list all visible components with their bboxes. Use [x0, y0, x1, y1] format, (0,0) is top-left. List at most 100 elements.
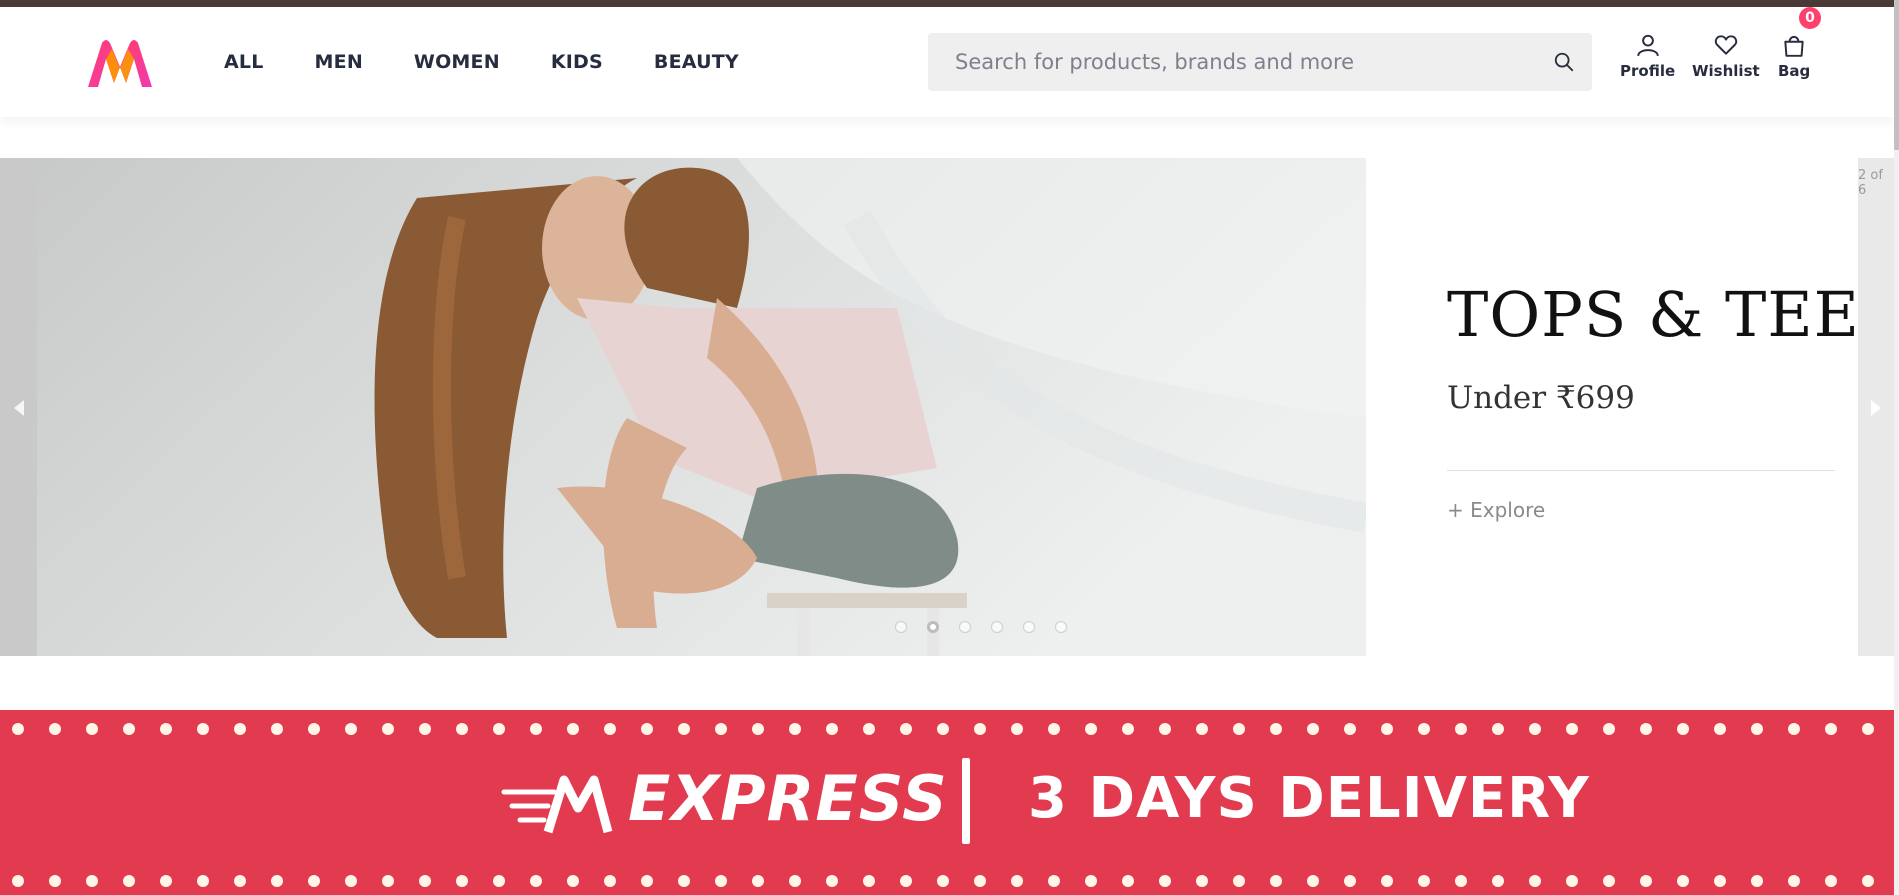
hero-banner-image[interactable] [37, 158, 1366, 656]
marquee-light [49, 875, 61, 887]
bag-button[interactable]: Bag [1778, 32, 1810, 80]
delivery-label: 3 DAYS DELIVERY [1028, 766, 1590, 831]
marquee-light [1418, 875, 1430, 887]
marquee-light [493, 723, 505, 735]
marquee-light [900, 723, 912, 735]
marquee-light [382, 723, 394, 735]
marquee-light [1196, 723, 1208, 735]
marquee-light [1344, 875, 1356, 887]
marquee-light [160, 723, 172, 735]
hero-text-panel: TOPS & TEES Under ₹699 + Explore [1366, 158, 1899, 656]
marquee-light [678, 875, 690, 887]
marquee-light [567, 875, 579, 887]
marquee-light [1307, 875, 1319, 887]
marquee-light [1011, 875, 1023, 887]
marquee-light [974, 723, 986, 735]
marquee-light [1011, 723, 1023, 735]
hero-subtitle: Under ₹699 [1447, 380, 1635, 416]
marquee-light [382, 875, 394, 887]
marquee-light [678, 723, 690, 735]
marquee-light [1492, 723, 1504, 735]
marquee-light [567, 723, 579, 735]
explore-link[interactable]: + Explore [1447, 498, 1545, 522]
marquee-light [419, 875, 431, 887]
marquee-light [1788, 875, 1800, 887]
marquee-light [1751, 723, 1763, 735]
marquee-light [308, 875, 320, 887]
marquee-light [1085, 875, 1097, 887]
marquee-light [1270, 875, 1282, 887]
nav-item-all[interactable]: ALL [224, 51, 264, 73]
marquee-light [1788, 723, 1800, 735]
previous-slide-peek [0, 158, 37, 656]
carousel-dot[interactable] [959, 621, 971, 633]
hero-divider [1447, 470, 1835, 471]
marquee-light [123, 875, 135, 887]
nav-item-beauty[interactable]: BEAUTY [654, 51, 739, 73]
marquee-light [826, 875, 838, 887]
marquee-light [197, 875, 209, 887]
search-icon[interactable] [1553, 51, 1575, 73]
marquee-light [937, 875, 949, 887]
page-scrollbar[interactable] [1894, 0, 1899, 895]
marquee-light [789, 875, 801, 887]
express-delivery-banner[interactable]: EXPRESS 3 DAYS DELIVERY [0, 710, 1894, 895]
marquee-light [1714, 875, 1726, 887]
marquee-light [1344, 723, 1356, 735]
banner-separator [962, 758, 970, 844]
marquee-light [1603, 875, 1615, 887]
marquee-light [49, 723, 61, 735]
marquee-light [1566, 723, 1578, 735]
express-m-logo-icon [501, 775, 613, 834]
marquee-light [1566, 875, 1578, 887]
marquee-light [1048, 875, 1060, 887]
profile-label: Profile [1620, 62, 1676, 80]
marquee-light [1825, 875, 1837, 887]
marquee-light [789, 723, 801, 735]
marquee-light [974, 875, 986, 887]
marquee-light [456, 723, 468, 735]
model-illustration [37, 158, 1366, 656]
marquee-light [1714, 723, 1726, 735]
marquee-light [1492, 875, 1504, 887]
marquee-light [1862, 875, 1874, 887]
scrollbar-thumb[interactable] [1894, 0, 1899, 150]
search-input[interactable] [928, 33, 1528, 91]
marquee-light [345, 875, 357, 887]
marquee-light [826, 723, 838, 735]
carousel-dot[interactable] [1055, 621, 1067, 633]
carousel-dots [895, 621, 1067, 633]
carousel-dot-active[interactable] [927, 621, 939, 633]
marquee-light [86, 875, 98, 887]
carousel-dot[interactable] [895, 621, 907, 633]
profile-button[interactable]: Profile [1620, 32, 1675, 80]
marquee-light [86, 723, 98, 735]
carousel-next-icon[interactable] [1869, 398, 1883, 418]
marquee-light [641, 875, 653, 887]
marquee-light [12, 723, 24, 735]
marquee-light [1233, 723, 1245, 735]
marquee-light [234, 723, 246, 735]
nav-item-men[interactable]: MEN [315, 51, 363, 73]
marquee-light [1196, 875, 1208, 887]
user-icon [1636, 34, 1659, 57]
marquee-light [863, 875, 875, 887]
myntra-logo[interactable] [84, 37, 156, 93]
carousel-dot[interactable] [1023, 621, 1035, 633]
marquee-light [1677, 875, 1689, 887]
marquee-light [604, 723, 616, 735]
marquee-light [1307, 723, 1319, 735]
marquee-light [530, 875, 542, 887]
marquee-light [1529, 723, 1541, 735]
marquee-light [419, 723, 431, 735]
marquee-light [1233, 875, 1245, 887]
nav-item-women[interactable]: WOMEN [414, 51, 500, 73]
marquee-light [493, 875, 505, 887]
nav-item-kids[interactable]: KIDS [551, 51, 603, 73]
carousel-dot[interactable] [991, 621, 1003, 633]
carousel-prev-icon[interactable] [12, 398, 26, 418]
bag-icon [1784, 35, 1804, 57]
wishlist-button[interactable]: Wishlist [1692, 32, 1760, 80]
marquee-light [1603, 723, 1615, 735]
marquee-light [1640, 875, 1652, 887]
